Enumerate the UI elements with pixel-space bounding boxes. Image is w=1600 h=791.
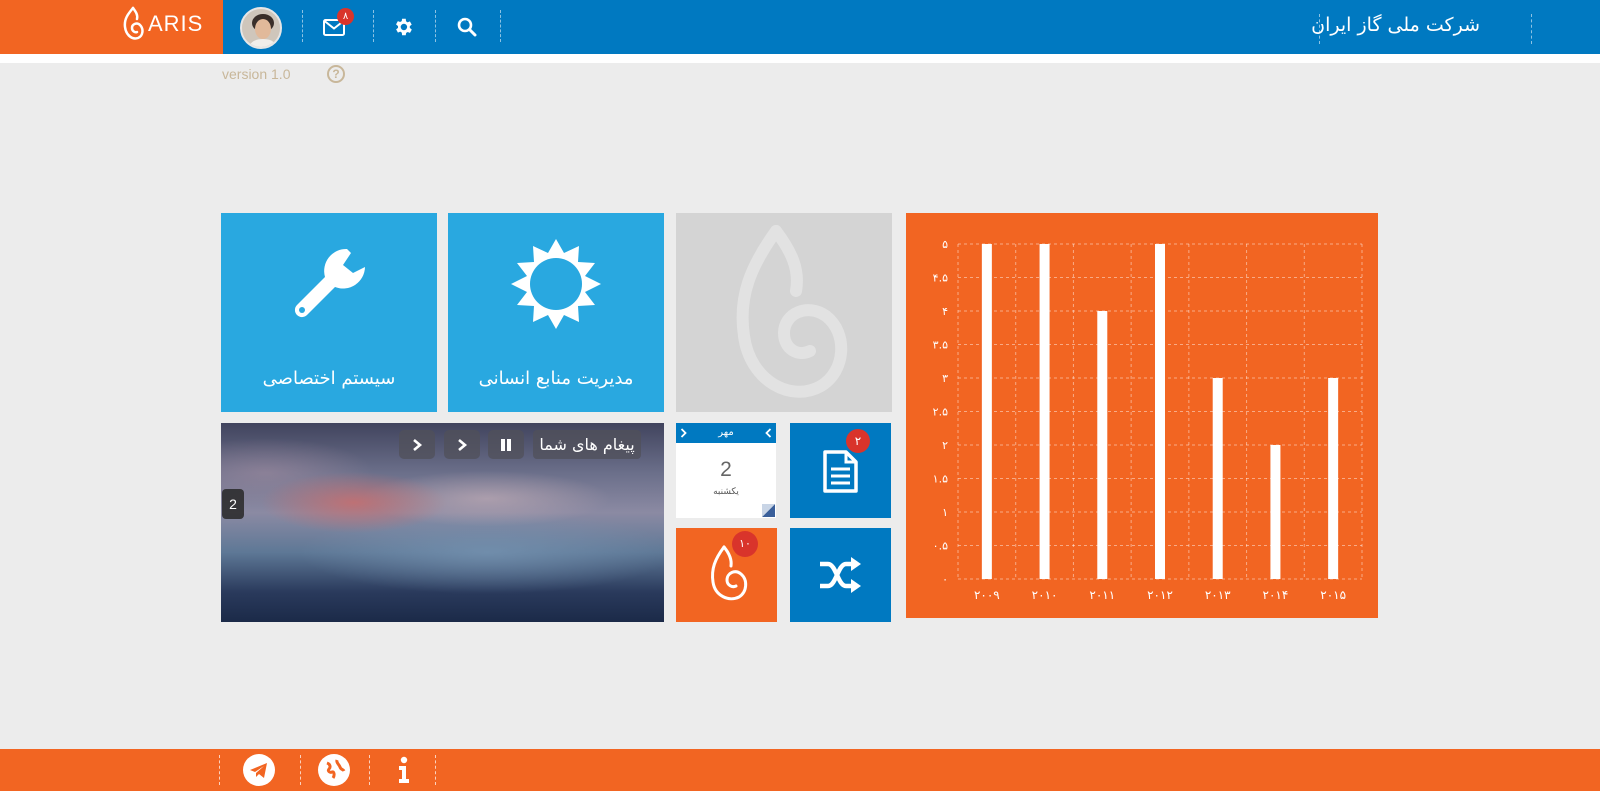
slider-pause-button[interactable]: [488, 430, 524, 459]
user-avatar[interactable]: [240, 7, 282, 49]
y-tick-label: ۰.۵: [933, 540, 948, 553]
version-label: version 1.0: [222, 66, 291, 82]
separator: [500, 10, 501, 42]
x-tick-label: ۲۰۰۹: [974, 588, 1000, 602]
logo-text: ARIS: [148, 11, 204, 36]
header-strip: [0, 54, 1600, 63]
y-tick-label: ۱: [942, 506, 948, 519]
y-tick-label: ۳: [942, 372, 948, 385]
x-tick-label: ۲۰۱۴: [1263, 588, 1289, 602]
calendar-weekday: یکشنبه: [713, 487, 739, 497]
y-tick-label: ۰: [942, 573, 948, 586]
messages-slider[interactable]: پیغام های شما 2: [221, 423, 664, 622]
chart-bar: [1097, 311, 1108, 579]
chevron-left-icon[interactable]: [680, 428, 687, 438]
shuffle-icon: [820, 557, 861, 593]
logo-area[interactable]: ARIS: [0, 0, 223, 54]
x-tick-label: ۲۰۱۲: [1147, 588, 1173, 602]
chart-bar: [1328, 378, 1339, 579]
y-tick-label: ۲.۵: [933, 406, 948, 419]
mail-count-badge: ۸: [337, 8, 354, 25]
tile-hr-management[interactable]: مدیریت منابع انسانی: [448, 213, 664, 412]
slider-next-button[interactable]: [444, 430, 480, 459]
tile-shuffle[interactable]: [790, 528, 891, 622]
chevron-right-icon: [458, 438, 468, 451]
top-bar: ARIS ۸ شرکت ملی گاز ایران: [0, 0, 1600, 54]
y-tick-label: ۴.۵: [933, 272, 948, 285]
separator: [219, 755, 220, 785]
telegram-icon: [250, 763, 267, 778]
flame-logo-icon: [123, 6, 144, 40]
app-logo[interactable]: ARIS: [120, 6, 203, 42]
info-icon: [399, 756, 409, 783]
search-button[interactable]: [454, 14, 480, 40]
tile-label: مدیریت منابع انسانی: [478, 368, 634, 389]
settings-button[interactable]: [390, 14, 416, 40]
mail-button[interactable]: ۸: [321, 8, 354, 40]
gear-icon: [396, 18, 412, 36]
sun-icon: [511, 239, 601, 329]
chart-bar: [1039, 244, 1050, 579]
flame-watermark-icon: [736, 225, 848, 398]
x-tick-label: ۲۰۱۵: [1320, 588, 1346, 602]
separator: [435, 755, 436, 785]
chart-bar: [1212, 378, 1223, 579]
slider-title: پیغام های شما: [533, 430, 641, 459]
document-icon: [823, 450, 858, 493]
avatar-image: [242, 9, 280, 47]
chart-tile: ۰ ۰.۵ ۱ ۱.۵ ۲ ۲.۵ ۳ ۳.۵ ۴ ۴.۵ ۵ ۲۰۰۹ ۲۰۱۰ ۲۰۱۱ ۲۰۱۲ ۲۰۱…: [906, 213, 1378, 618]
slider-prev-button[interactable]: [399, 430, 435, 459]
separator: [1531, 14, 1532, 44]
separator: [369, 755, 370, 785]
chart-bar: [1155, 244, 1165, 579]
separator: [300, 755, 301, 785]
footer-bar: [0, 749, 1600, 791]
separator: [302, 10, 303, 42]
chevron-right-icon: [413, 438, 423, 451]
chart-bar: [1270, 445, 1281, 579]
help-icon[interactable]: ?: [327, 65, 345, 83]
y-tick-label: ۳.۵: [933, 339, 948, 352]
chevron-right-icon[interactable]: [765, 428, 772, 438]
slider-counter: 2: [222, 489, 244, 519]
x-tick-label: ۲۰۱۳: [1205, 588, 1231, 602]
bar-chart: ۰ ۰.۵ ۱ ۱.۵ ۲ ۲.۵ ۳ ۳.۵ ۴ ۴.۵ ۵ ۲۰۰۹ ۲۰۱۰ ۲۰۱۱ ۲۰۱۲ ۲۰۱…: [933, 238, 1363, 602]
tile-flame[interactable]: ۱۰: [676, 528, 777, 622]
tile-label: سیستم اختصاصی: [262, 368, 396, 389]
calendar-body: 2 یکشنبه: [676, 443, 776, 518]
tile-custom-system[interactable]: سیستم اختصاصی: [221, 213, 437, 412]
x-tick-label: ۲۰۱۰: [1032, 588, 1058, 602]
tile-documents[interactable]: ۲: [790, 423, 891, 518]
separator: [435, 10, 436, 42]
pause-icon: [501, 438, 511, 451]
y-tick-label: ۴: [942, 305, 948, 318]
x-tick-label: ۲۰۱۱: [1089, 588, 1115, 602]
chart-bar: [981, 244, 992, 579]
separator: [373, 10, 374, 42]
calendar-month: مهر: [718, 427, 734, 438]
calendar-widget[interactable]: مهر 2 یکشنبه: [676, 423, 777, 518]
y-tick-label: ۵: [942, 238, 948, 251]
tile-placeholder[interactable]: [676, 213, 892, 412]
globe-icon: [326, 759, 346, 779]
y-tick-label: ۱.۵: [933, 473, 948, 486]
calendar-header: مهر: [676, 423, 776, 443]
company-name: شرکت ملی گاز ایران: [1311, 14, 1480, 36]
search-icon: [457, 17, 477, 37]
info-button[interactable]: [396, 756, 412, 784]
globe-button[interactable]: [318, 754, 350, 786]
wrench-icon: [294, 248, 365, 318]
calendar-day: 2: [720, 458, 732, 481]
corner-fold-icon: [762, 504, 775, 517]
flame-badge: ۱۰: [732, 531, 758, 557]
telegram-button[interactable]: [243, 754, 275, 786]
documents-badge: ۲: [846, 429, 870, 453]
y-tick-label: ۲: [942, 439, 948, 452]
